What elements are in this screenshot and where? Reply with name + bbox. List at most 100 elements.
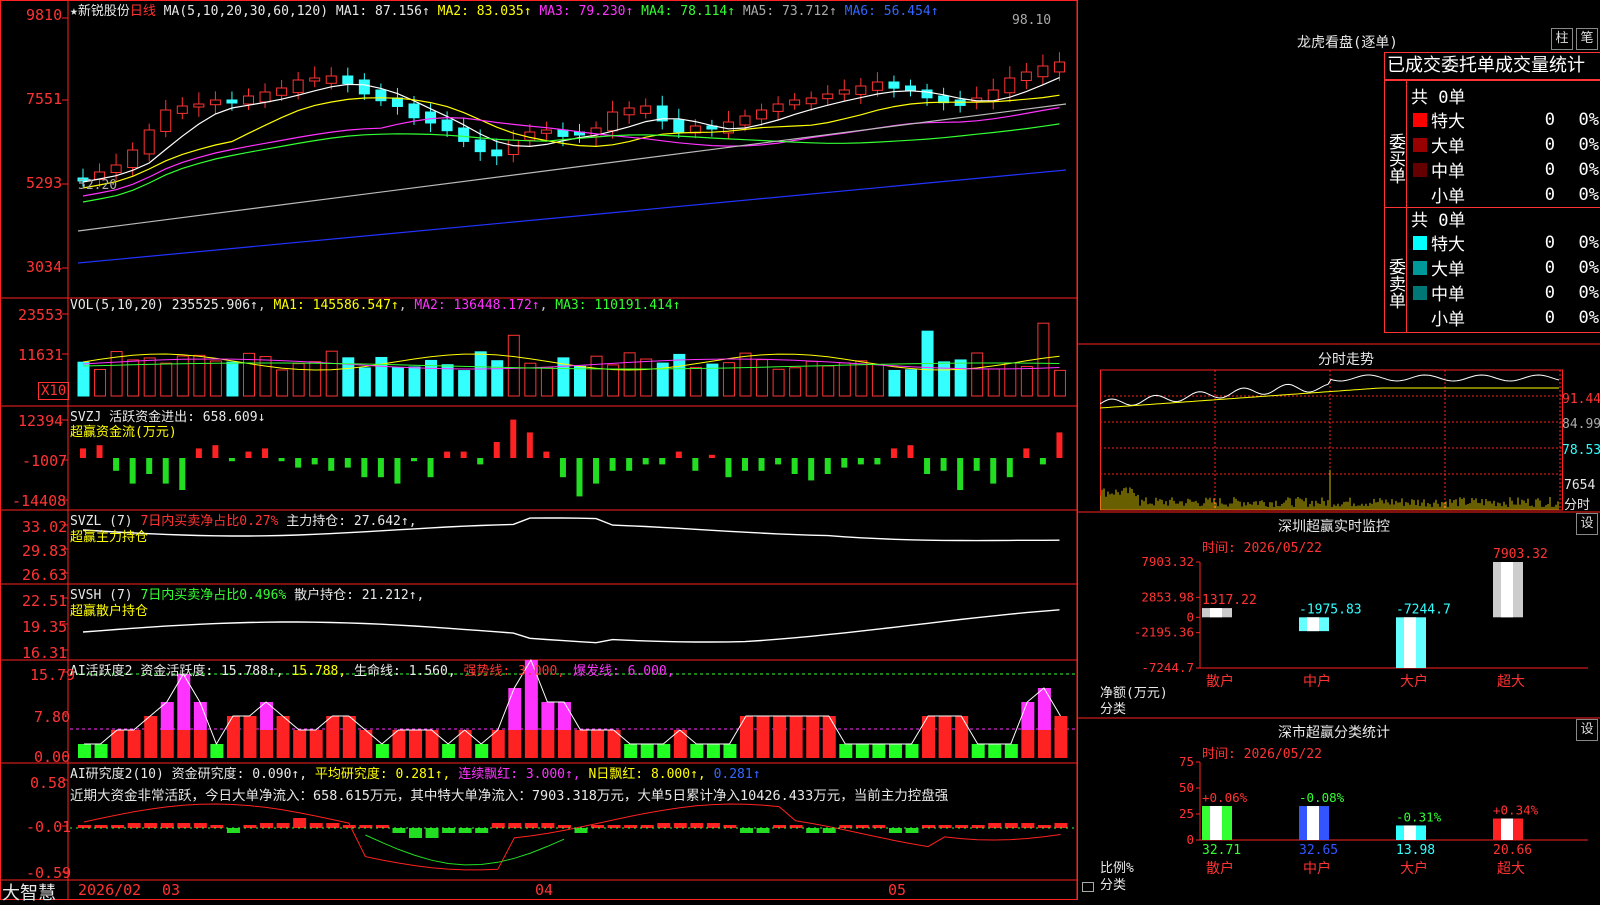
- svsh-ytick-2: 16.31: [22, 644, 68, 662]
- bar-highlight: [1307, 617, 1319, 632]
- candle-body: [607, 111, 619, 132]
- activity-bar: [127, 730, 141, 758]
- main-legend: ★新锐股份日线 MA(5,10,20,30,60,120) MA1: 87.15…: [70, 0, 939, 19]
- xaxis-label-3: 05: [888, 881, 907, 899]
- svzl-label: 主力持仓: 27.642↑,: [286, 514, 417, 529]
- fundflow-bar: [791, 458, 798, 474]
- activity-bar: [210, 744, 224, 758]
- intraday-chart[interactable]: [1100, 344, 1600, 512]
- intraday-ytick-1: 84.99: [1562, 417, 1600, 432]
- fundflow-bar: [262, 448, 269, 458]
- vol-unit-button[interactable]: X10: [38, 382, 70, 400]
- activity-bar: [773, 716, 787, 758]
- candle-body: [259, 91, 271, 103]
- research-bar: [326, 823, 340, 828]
- fundflow-bar: [228, 458, 235, 462]
- ma-title: MA(5,10,20,30,60,120): [163, 4, 329, 19]
- sz-monitor-settings-button[interactable]: 设: [1576, 513, 1598, 535]
- activity-bar: [690, 744, 704, 758]
- vol-legend: VOL(5,10,20) 235525.906↑, MA1: 145586.54…: [70, 298, 681, 313]
- volume-bar: [1037, 322, 1050, 397]
- buy-row-xiaodan: 小单 0 0%: [1411, 182, 1600, 207]
- fundflow-bar: [890, 448, 897, 458]
- svzl-ytick-1: 29.83: [22, 542, 68, 560]
- main-ytick-1: 7551: [26, 90, 63, 108]
- lock-icon[interactable]: [1082, 882, 1094, 892]
- vol-value: 235525.906↑: [171, 298, 258, 313]
- fundflow-bar: [377, 458, 384, 478]
- sz-stats-settings-button[interactable]: 设: [1576, 719, 1598, 741]
- candle-body: [127, 149, 139, 168]
- candle-body: [756, 109, 768, 120]
- activity-bar: [1054, 716, 1068, 758]
- sz-stats-time: 时间: 2026/05/22: [1202, 747, 1322, 762]
- volume-bar: [905, 369, 917, 397]
- fundflow-bar: [957, 458, 964, 490]
- volume-bar: [77, 361, 90, 397]
- fundflow-bar: [328, 458, 335, 471]
- fundflow-bar: [543, 451, 550, 458]
- activity-bar: [309, 730, 323, 758]
- row-label: 小单: [1431, 310, 1465, 330]
- row-label: 大单: [1431, 260, 1465, 280]
- ytick-label: 0: [1186, 609, 1194, 624]
- activity-bar: [806, 716, 820, 758]
- fundflow-bar: [1023, 448, 1030, 458]
- research-line-green: [365, 834, 565, 866]
- ma5-value: MA5: 73.712↑: [742, 4, 837, 19]
- row-label: 特大: [1431, 112, 1465, 132]
- activity-bar: [723, 744, 737, 758]
- research-bar: [955, 825, 969, 828]
- bar-highlight: [1210, 805, 1222, 840]
- activity-bar: [591, 730, 605, 758]
- candle-body: [640, 105, 652, 114]
- fundflow-bar: [113, 458, 120, 471]
- row-value: 0: [1544, 282, 1555, 303]
- period-label[interactable]: 日线: [130, 4, 156, 19]
- row-label: 大单: [1431, 137, 1465, 157]
- activity-bar: [409, 730, 422, 758]
- huoyue-title: AI活跃度2: [70, 664, 133, 679]
- svzj-subtitle: 超赢资金流(万元): [70, 425, 177, 440]
- candle-body: [557, 129, 569, 137]
- row-value: 0: [1544, 134, 1555, 155]
- activity-bar: [872, 744, 886, 758]
- activity-bar: [657, 744, 671, 758]
- huoyue-ytick-2: 0.00: [34, 748, 71, 766]
- bar-value-label: 1317.22: [1202, 593, 1257, 608]
- color-swatch: [1413, 112, 1427, 127]
- fundflow-bar: [1006, 458, 1013, 478]
- fundflow-bar: [857, 458, 864, 465]
- research-line-red: [83, 803, 1061, 871]
- research-bar: [226, 828, 240, 833]
- candle-body: [772, 103, 784, 112]
- xaxis-label-1: 03: [162, 881, 181, 899]
- ma2-value: MA2: 83.035↑: [437, 4, 532, 19]
- huoyue-ytick-0: 15.79: [30, 666, 76, 684]
- bar-mode-button[interactable]: 柱: [1551, 28, 1573, 50]
- main-ytick-3: 3034: [26, 258, 63, 276]
- candle-body: [160, 109, 172, 132]
- activity-bar: [94, 744, 108, 758]
- volume-bar: [507, 334, 520, 397]
- fundflow-bar: [824, 458, 831, 474]
- fundflow-bar: [593, 458, 600, 484]
- candle-body: [375, 89, 387, 102]
- candle-body: [209, 99, 221, 106]
- research-bar: [425, 828, 439, 838]
- activity-bar: [756, 716, 770, 758]
- row-value: 0: [1544, 257, 1555, 278]
- color-swatch: [1413, 137, 1427, 152]
- volume-bar: [259, 356, 272, 397]
- yanjiu-e: 0.281↑: [713, 767, 761, 782]
- volume-bar: [408, 366, 421, 397]
- yanjiu-title: AI研究度2(10): [70, 767, 164, 782]
- huoyue-b: 15.788,: [291, 664, 347, 679]
- activity-bar: [524, 730, 538, 758]
- candle-body: [391, 97, 403, 107]
- color-swatch: [1413, 260, 1427, 275]
- lhk-tab[interactable]: 已成交委托单成交量统计: [1384, 52, 1600, 80]
- tick-mode-button[interactable]: 笔: [1576, 28, 1598, 50]
- activity-bar-top: [1021, 702, 1035, 730]
- activity-bar: [624, 744, 638, 758]
